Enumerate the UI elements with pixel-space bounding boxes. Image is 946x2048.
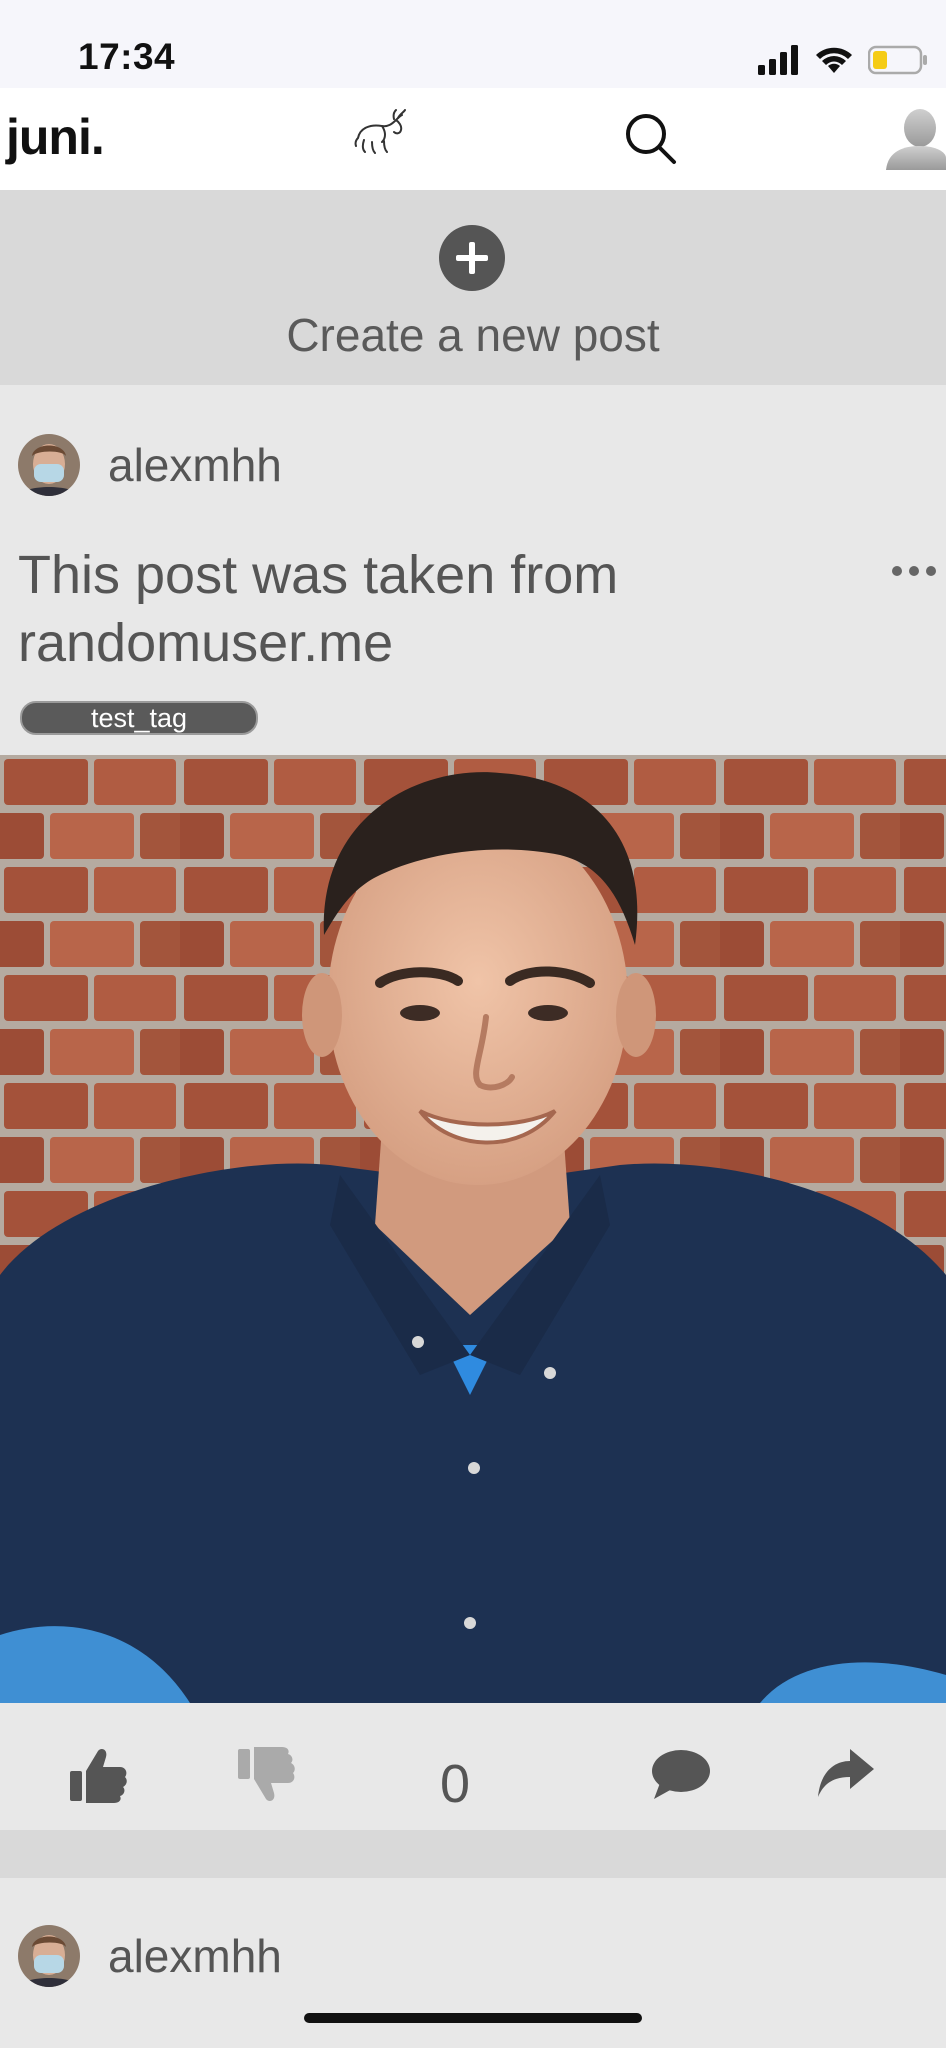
- wifi-icon: [816, 47, 852, 73]
- author-avatar[interactable]: [18, 434, 80, 496]
- share-icon[interactable]: [816, 1745, 876, 1805]
- author-avatar-image: [18, 1925, 80, 1987]
- cellular-signal-icon: [758, 45, 798, 75]
- search-icon[interactable]: [622, 110, 678, 166]
- author-avatar[interactable]: [18, 1925, 80, 1987]
- comment-icon[interactable]: [650, 1745, 712, 1805]
- post-author[interactable]: alexmhh: [18, 1924, 282, 1988]
- post-actions-bar: 0: [0, 1703, 946, 1830]
- top-header: juni.: [0, 88, 946, 190]
- more-options-icon[interactable]: [892, 561, 940, 581]
- user-avatar-icon: [886, 109, 946, 170]
- home-indicator[interactable]: [304, 2013, 642, 2023]
- status-time: 17:34: [78, 36, 176, 77]
- profile-avatar-button[interactable]: [886, 106, 946, 170]
- post-title: This post was taken from randomuser.me: [18, 545, 619, 673]
- status-bar: 17:34: [0, 0, 946, 88]
- post-author[interactable]: alexmhh: [18, 433, 282, 497]
- status-icons: [758, 40, 928, 80]
- author-name[interactable]: alexmhh: [108, 1929, 282, 1983]
- post-score: 0: [439, 1754, 471, 1814]
- post-image: [0, 755, 946, 1703]
- author-avatar-image: [18, 434, 80, 496]
- post-tag[interactable]: test_tag: [20, 701, 258, 735]
- brand-logo-text[interactable]: juni.: [6, 108, 105, 166]
- thumbs-up-icon[interactable]: [68, 1745, 128, 1805]
- battery-icon: [868, 45, 927, 75]
- post-separator: [0, 1830, 946, 1878]
- create-post-label: Create a new post: [286, 309, 660, 361]
- bull-logo-icon[interactable]: [352, 108, 406, 158]
- plus-circle-icon: [439, 225, 505, 291]
- man-smiling-brick-wall-photo: [0, 755, 946, 1703]
- thumbs-down-icon[interactable]: [236, 1745, 296, 1805]
- author-name[interactable]: alexmhh: [108, 438, 282, 492]
- create-post-button[interactable]: Create a new post: [0, 190, 946, 385]
